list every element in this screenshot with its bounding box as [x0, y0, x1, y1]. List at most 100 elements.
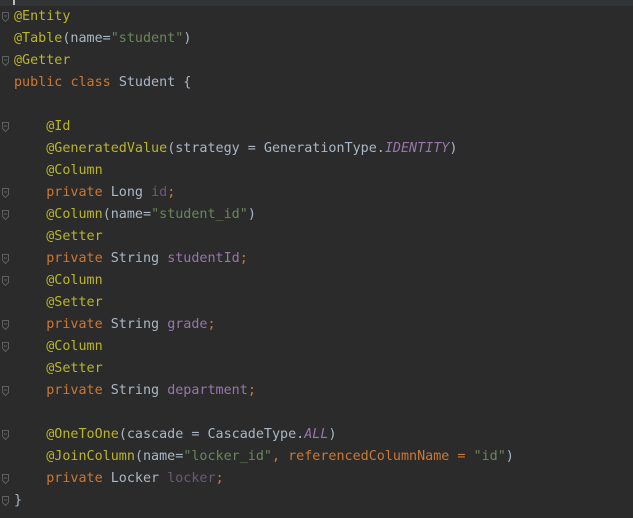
code-token: public [14, 75, 71, 90]
code-token: Student { [118, 75, 192, 90]
code-text: @OneToOne(cascade = CascadeType.ALL) [14, 424, 337, 446]
code-token: private [46, 185, 111, 200]
fold-marker-icon[interactable] [2, 56, 9, 66]
code-text: @Setter [14, 226, 103, 248]
fold-marker-icon[interactable] [2, 320, 9, 330]
code-token: "student" [110, 31, 184, 46]
code-token: } [14, 493, 23, 508]
code-token: department [167, 383, 248, 398]
code-token: "id" [473, 449, 506, 464]
code-token: @Getter [14, 53, 71, 68]
code-text: @Entity [14, 6, 70, 28]
code-token: grade [167, 317, 208, 332]
code-token: @Column [46, 273, 103, 288]
code-token: private [46, 471, 111, 486]
code-token: private [46, 383, 111, 398]
code-token: String [110, 383, 168, 398]
code-token: private [46, 317, 111, 332]
code-token: ) [505, 449, 514, 464]
code-editor[interactable]: @Entity @Table(name="student") @Getter publ… [0, 0, 633, 518]
code-token: "locker_id" [183, 449, 272, 464]
fold-marker-icon[interactable] [2, 342, 9, 352]
code-text: @Column [14, 336, 102, 358]
code-token: @JoinColumn [46, 449, 135, 464]
code-text: } [14, 490, 22, 512]
code-text: private String department; [14, 380, 256, 402]
fold-marker-icon[interactable] [2, 496, 9, 506]
code-token: private [46, 251, 111, 266]
code-text: private Long id; [14, 182, 175, 204]
code-text: @JoinColumn(name="locker_id", referenced… [14, 446, 514, 468]
code-token: (cascade = CascadeType. [118, 427, 305, 442]
fold-marker-icon[interactable] [2, 254, 9, 264]
code-token: @Column [46, 163, 103, 178]
code-token: class [70, 75, 119, 90]
code-text: public class Student { [14, 72, 191, 94]
code-token: ) [328, 427, 337, 442]
code-token: studentId [167, 251, 240, 266]
fold-marker-icon[interactable] [2, 474, 9, 484]
fold-marker-icon[interactable] [2, 210, 9, 220]
code-text: @Getter [14, 50, 70, 72]
code-token: @Setter [46, 229, 103, 244]
fold-marker-icon[interactable] [2, 12, 9, 22]
code-token: ALL [304, 427, 329, 442]
code-token: locker [167, 471, 216, 486]
code-token: "student_id" [151, 207, 248, 222]
code-token: ; [239, 251, 248, 266]
code-token: (name= [134, 449, 184, 464]
code-token: ) [247, 207, 256, 222]
code-token: String [110, 251, 168, 266]
code-token: ) [449, 141, 458, 156]
code-token: , referencedColumnName = [272, 449, 474, 464]
code-token: @Setter [46, 295, 103, 310]
code-token: ; [207, 317, 216, 332]
code-token: @OneToOne [46, 427, 119, 442]
code-text: @Table(name="student") [14, 28, 191, 50]
code-token: (name= [102, 207, 152, 222]
code-text: @Id [14, 116, 70, 138]
code-token: ; [247, 383, 256, 398]
code-token: String [110, 317, 168, 332]
code-token: id [151, 185, 168, 200]
code-token: @Table [14, 31, 63, 46]
text-caret [13, 0, 15, 5]
code-token: (strategy = GenerationType. [167, 141, 385, 156]
code-token: @Setter [46, 361, 103, 376]
code-text: private String studentId; [14, 248, 248, 270]
code-text: @Column [14, 160, 103, 182]
code-token: ; [215, 471, 224, 486]
code-token: (name= [62, 31, 111, 46]
fold-marker-icon[interactable] [2, 430, 9, 440]
fold-marker-icon[interactable] [2, 386, 9, 396]
code-token: ) [183, 31, 192, 46]
code-token: @Column [46, 207, 103, 222]
code-text: @Column [14, 270, 103, 292]
code-text: @Setter [14, 358, 103, 380]
code-token: @Id [46, 119, 71, 134]
code-text: @GeneratedValue(strategy = GenerationTyp… [14, 138, 457, 160]
code-token: Locker [110, 471, 168, 486]
code-token: Long [110, 185, 152, 200]
fold-marker-icon[interactable] [2, 188, 9, 198]
fold-marker-icon[interactable] [2, 276, 9, 286]
fold-marker-icon[interactable] [2, 122, 9, 132]
code-token: IDENTITY [384, 141, 450, 156]
code-text: private Locker locker; [14, 468, 224, 490]
code-text: @Column(name="student_id") [14, 204, 256, 226]
